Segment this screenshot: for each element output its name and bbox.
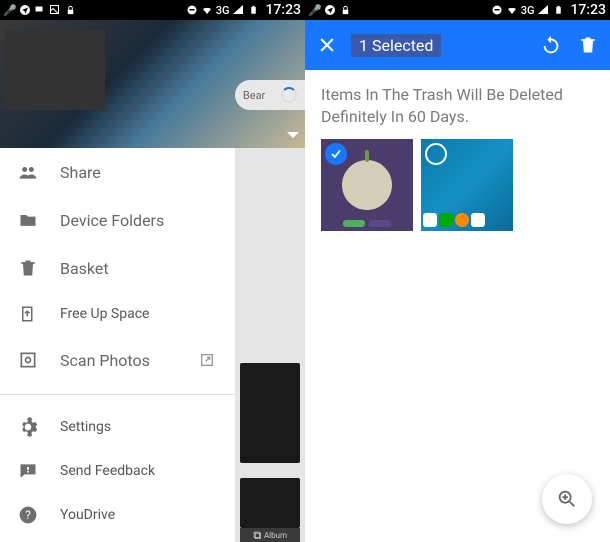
menu-divider [0,394,235,395]
scan-icon [18,350,38,370]
left-screen: 🎤 3G [0,0,305,542]
zoom-fab[interactable] [542,474,592,524]
scan-photos-item[interactable]: Scan Photos [0,336,235,384]
selection-title: 1 Selected [351,34,441,57]
bg-album-chip: Album [240,528,300,542]
thumbnail-image [342,160,392,210]
scan-photos-label: Scan Photos [60,351,150,370]
spinner-icon [281,87,297,103]
dnd-icon [491,4,503,16]
selection-toolbar: 1 Selected [305,20,610,70]
external-link-icon [197,350,217,370]
drawer-header: Bear [0,20,305,148]
svg-text:?: ? [25,508,31,522]
signal-icon [232,4,244,16]
thumbnail-item[interactable] [421,139,513,231]
bg-card [240,478,300,528]
folder-icon [18,210,38,230]
settings-label: Settings [60,419,111,435]
mic-icon: 🎤 [4,4,16,16]
chat-icon [34,4,46,16]
wifi-icon [201,4,213,16]
clock: 17:23 [265,2,301,18]
status-bar: 🎤 3G 17:23 [305,0,610,20]
signal-icon [537,4,549,16]
send-feedback-label: Send Feedback [60,463,155,479]
lock-icon [64,4,76,16]
thumbnail-item[interactable] [321,139,413,231]
search-peek-label: Bear [243,89,265,102]
send-feedback-item[interactable]: Send Feedback [0,449,235,493]
clock: 17:23 [570,2,606,18]
search-peek[interactable]: Bear [235,80,305,110]
bg-card [240,363,300,463]
mic-icon: 🎤 [309,4,321,16]
free-space-icon [18,304,38,324]
you-drive-item[interactable]: ? YouDrive [0,493,235,537]
bg-album-label: Album [264,531,287,540]
wifi-icon [506,4,518,16]
thumbnail-detail [343,220,365,227]
close-icon[interactable] [317,35,337,55]
lock-icon [339,4,351,16]
trash-message: Items In The Trash Will Be Deleted Defin… [305,70,610,139]
trash-message-line1: Items In The Trash Will Be Deleted [321,84,594,106]
device-folders-label: Device Folders [60,211,164,230]
status-bar: 🎤 3G [0,0,305,20]
battery-icon [247,4,259,16]
network-label: 3G [521,4,535,17]
share-item[interactable]: Share [0,148,235,196]
thumbnail-detail [369,220,391,227]
right-screen: 🎤 3G 17:23 [305,0,610,542]
drawer-menu: Share Device Folders Basket Free Up Spac… [0,148,235,537]
dnd-icon [186,4,198,16]
basket-label: Basket [60,259,109,278]
thumbnail-image [423,211,511,229]
you-drive-label: YouDrive [60,507,115,523]
delete-icon[interactable] [578,35,598,55]
drawer-background-peek: Album [235,148,305,542]
basket-item[interactable]: Basket [0,244,235,292]
share-icon [18,162,38,182]
network-label: 3G [216,4,230,17]
settings-item[interactable]: Settings [0,405,235,449]
restore-icon[interactable] [540,35,560,55]
check-icon[interactable] [325,143,347,165]
feedback-icon [18,461,38,481]
send-icon [324,4,336,16]
gear-icon [18,417,38,437]
thumbnail-grid [305,139,610,231]
image-icon [49,4,61,16]
trash-message-line2: Definitely In 60 Days. [321,106,594,128]
help-icon: ? [18,505,38,525]
free-up-space-item[interactable]: Free Up Space [0,292,235,336]
trash-icon [18,258,38,278]
share-label: Share [60,163,101,182]
free-up-space-label: Free Up Space [60,306,149,322]
battery-icon [552,4,564,16]
send-icon [19,4,31,16]
check-icon[interactable] [425,143,447,165]
device-folders-item[interactable]: Device Folders [0,196,235,244]
